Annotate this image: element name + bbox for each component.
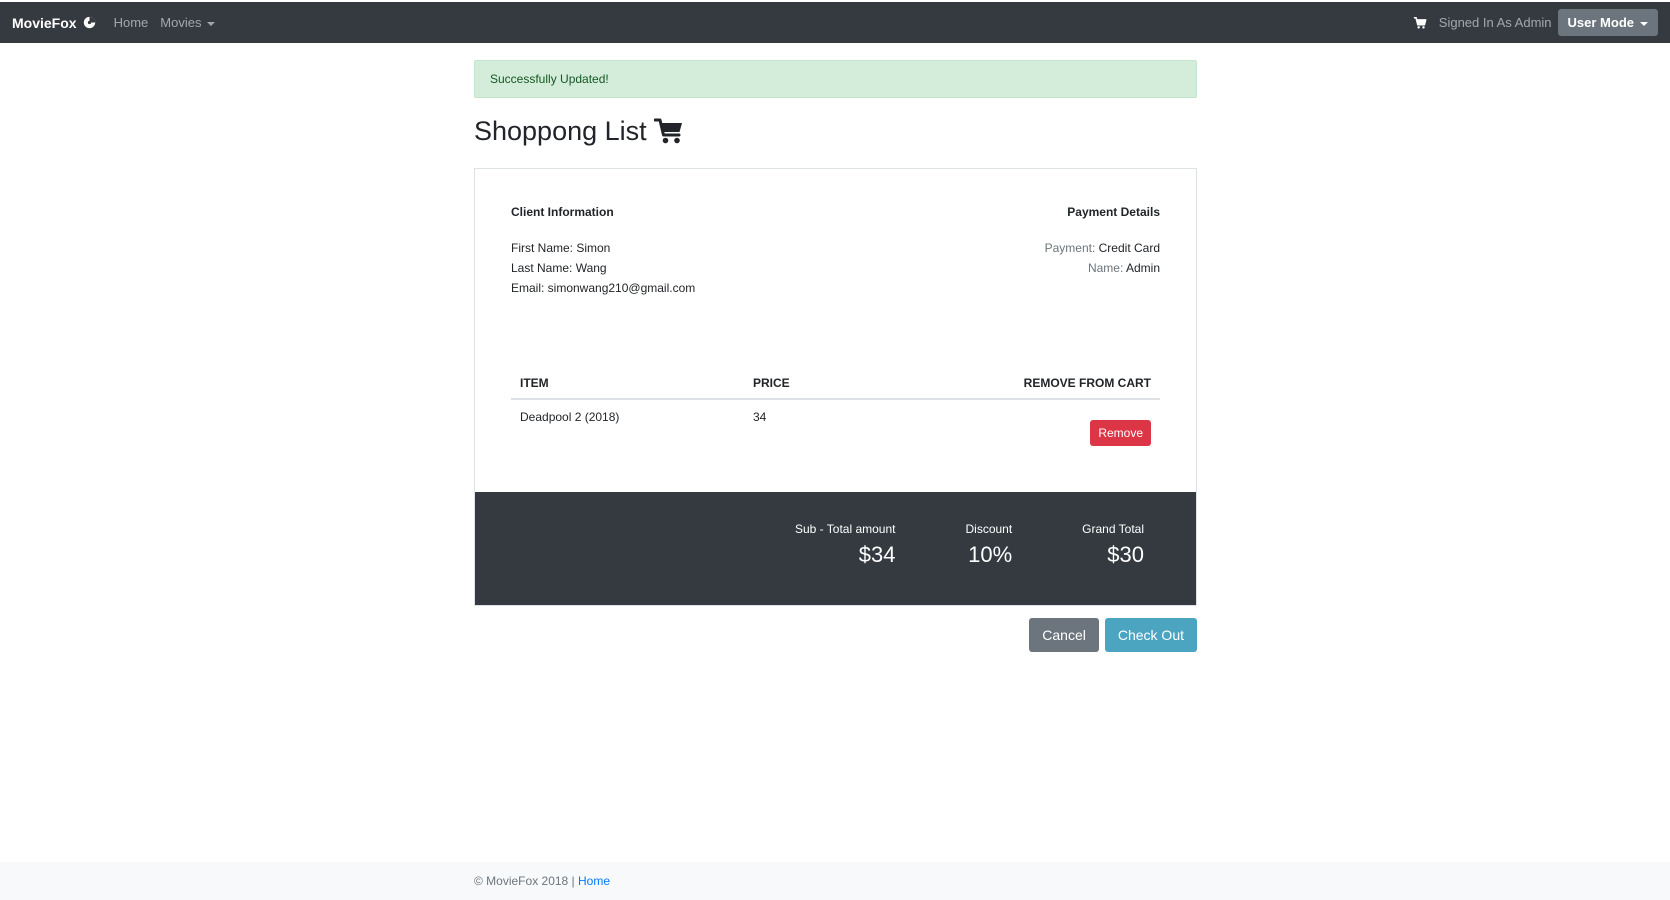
payment-details: Payment Details Payment: Credit Card Nam… xyxy=(1045,205,1160,298)
shopping-cart-icon xyxy=(653,118,682,144)
chevron-down-icon xyxy=(207,21,216,26)
client-info-heading: Client Information xyxy=(511,205,614,219)
column-header-item: ITEM xyxy=(511,370,744,400)
payment-details-heading: Payment Details xyxy=(1067,205,1160,219)
signed-in-text: Signed In As Admin xyxy=(1438,15,1552,30)
info-row: Client Information First Name: Simon Las… xyxy=(511,205,1160,298)
remove-button[interactable]: Remove xyxy=(1090,420,1151,446)
subtotal-label: Sub - Total amount xyxy=(794,522,896,536)
grand-total-value: $30 xyxy=(1107,542,1144,567)
order-card-body: Client Information First Name: Simon Las… xyxy=(475,169,1196,492)
chevron-down-icon xyxy=(1640,21,1648,26)
client-first-name: First Name: Simon xyxy=(511,241,611,255)
cell-price: 34 xyxy=(753,410,767,424)
payment-method-label: Payment: xyxy=(1044,241,1096,255)
payment-name-value: Admin xyxy=(1125,261,1160,275)
checkout-button[interactable]: Check Out xyxy=(1104,618,1197,652)
table-header-row: ITEM PRICE REMOVE FROM CART xyxy=(511,370,1160,400)
user-mode-label: User Mode xyxy=(1567,15,1634,30)
discount: Discount 10% xyxy=(965,522,1012,605)
nav-movies-dropdown[interactable]: Movies xyxy=(160,15,216,30)
footer: © MovieFox 2018 | Home xyxy=(0,862,1670,900)
payment-method-value: Credit Card xyxy=(1098,241,1160,255)
payment-name-label: Name: xyxy=(1087,261,1124,275)
client-email: Email: simonwang210@gmail.com xyxy=(511,281,696,295)
cell-remove: Remove xyxy=(858,399,1160,454)
discount-label: Discount xyxy=(965,522,1013,536)
table-row: Deadpool 2 (2018) 34 Remove xyxy=(511,399,1160,454)
footer-home-link[interactable]: Home xyxy=(578,874,610,888)
grand-total-label: Grand Total xyxy=(1082,522,1144,536)
cell-item: Deadpool 2 (2018) xyxy=(520,410,620,424)
nav-home-label: Home xyxy=(113,15,149,30)
payment-name: Name: Admin xyxy=(1045,258,1160,278)
alert-text: Successfully Updated! xyxy=(490,72,609,86)
client-last-name: Last Name: Wang xyxy=(511,261,607,275)
action-buttons: Cancel Check Out xyxy=(474,618,1197,652)
client-info: Client Information First Name: Simon Las… xyxy=(511,205,695,298)
footer-copyright: © MovieFox 2018 | xyxy=(474,874,575,888)
subtotal: Sub - Total amount $34 xyxy=(795,522,896,605)
subtotal-value: $34 xyxy=(858,542,896,567)
brand-link[interactable]: MovieFox xyxy=(12,15,96,31)
user-mode-button[interactable]: User Mode xyxy=(1557,9,1658,36)
brand-name: MovieFox xyxy=(12,14,77,31)
totals-bar: Sub - Total amount $34 Discount 10% Gran… xyxy=(475,492,1196,605)
nav-right: Signed In As Admin User Mode xyxy=(1413,9,1658,36)
cancel-button[interactable]: Cancel xyxy=(1029,618,1099,652)
page-title: Shoppong List xyxy=(474,110,1197,152)
column-header-price: PRICE xyxy=(744,370,858,400)
main-container: Successfully Updated! Shoppong List Clie… xyxy=(474,60,1197,652)
logo-icon xyxy=(83,16,95,29)
nav-home[interactable]: Home xyxy=(114,15,149,30)
navbar: MovieFox Home Movies Signed In As Admin … xyxy=(0,2,1670,43)
footer-content: © MovieFox 2018 | Home xyxy=(474,874,610,888)
order-card: Client Information First Name: Simon Las… xyxy=(474,168,1197,606)
nav-movies-label: Movies xyxy=(160,15,202,30)
page-title-text: Shoppong List xyxy=(474,115,647,146)
grand-total: Grand Total $30 xyxy=(1082,522,1144,605)
discount-value: 10% xyxy=(968,542,1013,567)
cart-table: ITEM PRICE REMOVE FROM CART Deadpool 2 (… xyxy=(511,370,1160,454)
success-alert: Successfully Updated! xyxy=(474,60,1197,98)
payment-method: Payment: Credit Card xyxy=(1045,238,1160,258)
column-header-remove: REMOVE FROM CART xyxy=(857,370,1160,400)
cart-icon[interactable] xyxy=(1413,16,1427,30)
